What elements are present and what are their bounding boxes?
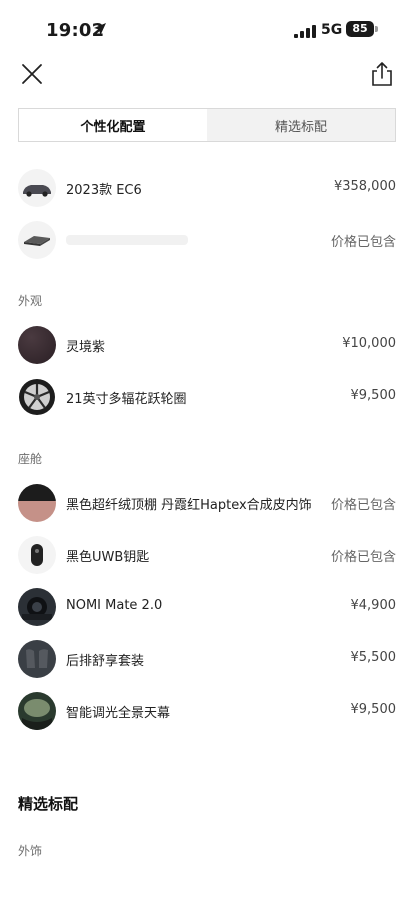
row-label: NOMI Mate 2.0 [66,598,163,613]
config-tabs: 个性化配置 精选标配 [18,108,396,142]
config-row-nomi[interactable]: NOMI Mate 2.0 ¥4,900 [18,586,396,630]
row-price: ¥9,500 [350,388,397,403]
row-label: 后排舒享套装 [66,654,145,669]
section-label-exterior-trim: 外饰 [18,844,43,858]
location-arrow-icon [94,23,106,35]
purple-paint-swatch [18,326,56,364]
row-price: 价格已包含 [330,498,396,513]
cellular-signal-icon [294,25,316,38]
row-price: ¥358,000 [333,179,396,194]
section-label-exterior: 外观 [18,294,43,308]
row-label: 2023款 EC6 [66,183,142,198]
tab-personalized-config[interactable]: 个性化配置 [19,109,207,141]
battery-level: 85 [346,21,374,37]
row-price: ¥4,900 [350,598,397,613]
config-row-model[interactable]: 2023款 EC6 ¥358,000 [18,167,396,211]
row-label: 黑色UWB钥匙 [66,550,150,565]
row-label: 黑色超纤绒顶棚 丹霞红Haptex合成皮内饰 [66,498,312,513]
battery-pack-thumb [18,221,56,259]
row-price: ¥10,000 [342,336,396,351]
config-row-wheels[interactable]: 21英寸多辐花跃轮圈 ¥9,500 [18,376,396,420]
row-price: 价格已包含 [330,550,396,565]
share-icon[interactable] [368,60,396,88]
config-row-key[interactable]: 黑色UWB钥匙 价格已包含 [18,534,396,578]
rear-seat-thumb [18,640,56,678]
config-row-battery[interactable]: 价格已包含 [18,219,396,263]
nomi-thumb [18,588,56,626]
row-price: ¥9,500 [350,702,397,717]
car-thumb [18,169,56,207]
row-label: 智能调光全景天幕 [66,706,171,721]
battery-tip [375,26,378,32]
section-label-cabin: 座舱 [18,452,43,466]
tab-standard-features[interactable]: 精选标配 [207,109,395,141]
config-row-paint[interactable]: 灵境紫 ¥10,000 [18,324,396,368]
standard-section-title: 精选标配 [18,795,79,813]
blurred-label [66,235,188,245]
network-type: 5G [321,22,343,38]
key-thumb [18,536,56,574]
close-icon[interactable] [18,60,46,88]
status-bar: 19:02 5G 85 [0,0,414,60]
interior-swatch [18,484,56,522]
row-price: ¥5,500 [350,650,397,665]
wheel-thumb [18,378,56,416]
sunroof-thumb [18,692,56,730]
config-row-interior[interactable]: 黑色超纤绒顶棚 丹霞红Haptex合成皮内饰 价格已包含 [18,482,396,526]
row-price: 价格已包含 [330,235,396,250]
row-label: 灵境紫 [66,340,106,355]
row-label: 21英寸多辐花跃轮圈 [66,392,187,407]
config-row-sunroof[interactable]: 智能调光全景天幕 ¥9,500 [18,690,396,734]
config-row-rear-seat[interactable]: 后排舒享套装 ¥5,500 [18,638,396,682]
